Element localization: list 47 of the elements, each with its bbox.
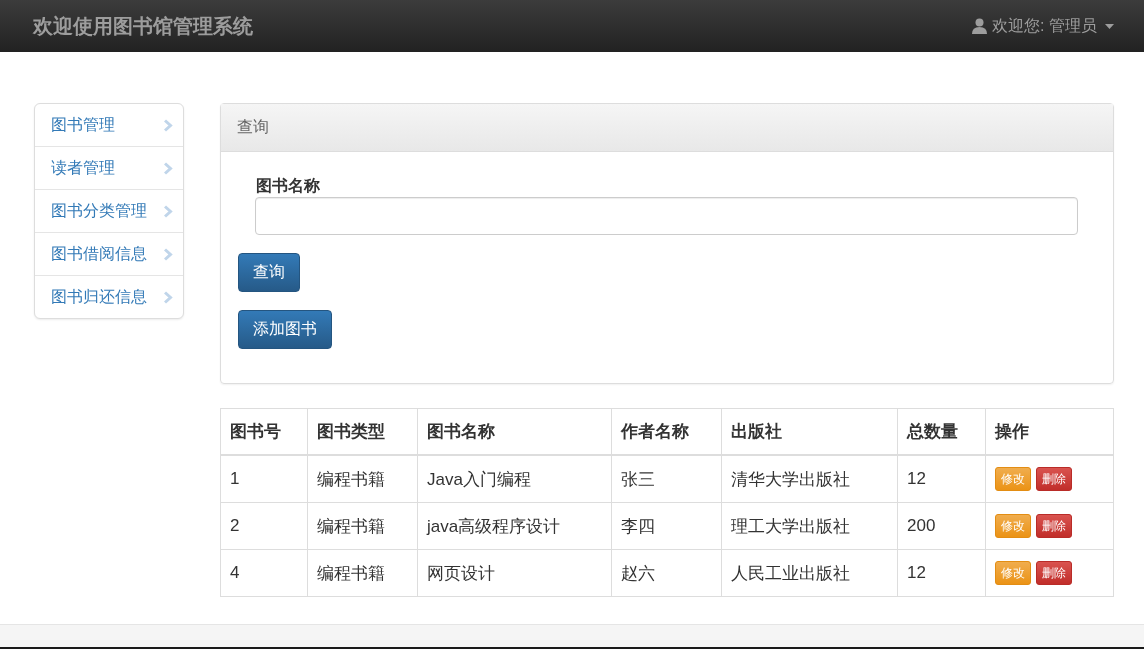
table-cell: 人民工业出版社 xyxy=(721,549,898,597)
column-header: 操作 xyxy=(985,408,1114,455)
table-cell: 200 xyxy=(897,502,986,550)
table-cell: 理工大学出版社 xyxy=(721,502,898,550)
table-cell: Java入门编程 xyxy=(417,455,612,503)
sidebar-item[interactable]: 图书借阅信息 xyxy=(35,232,183,275)
panel-heading: 查询 xyxy=(221,104,1113,152)
chevron-right-icon xyxy=(164,161,173,175)
chevron-right-icon xyxy=(164,247,173,261)
table-cell: 编程书籍 xyxy=(307,549,418,597)
table-cell: 1 xyxy=(220,455,308,503)
table-cell: java高级程序设计 xyxy=(417,502,612,550)
app-title: 欢迎使用图书馆管理系统 xyxy=(33,13,253,39)
column-header: 出版社 xyxy=(721,408,898,455)
sidebar-item[interactable]: 图书归还信息 xyxy=(35,275,183,318)
sidebar-item[interactable]: 图书管理 xyxy=(35,104,183,146)
column-header: 图书类型 xyxy=(307,408,418,455)
search-button[interactable]: 查询 xyxy=(238,253,300,292)
sidebar-item[interactable]: 读者管理 xyxy=(35,146,183,189)
sidebar-item[interactable]: 图书分类管理 xyxy=(35,189,183,232)
chevron-right-icon xyxy=(164,118,173,132)
table-cell: 张三 xyxy=(611,455,722,503)
table-cell: 2 xyxy=(220,502,308,550)
column-header: 总数量 xyxy=(897,408,986,455)
add-book-button[interactable]: 添加图书 xyxy=(238,310,332,349)
caret-icon[interactable] xyxy=(1105,23,1114,29)
delete-button[interactable]: 删除 xyxy=(1036,514,1072,538)
table-cell: 清华大学出版社 xyxy=(721,455,898,503)
column-header: 图书号 xyxy=(220,408,308,455)
table-cell: 12 xyxy=(897,549,986,597)
table-cell: 12 xyxy=(897,455,986,503)
user-menu[interactable]: 欢迎您: 管理员 xyxy=(992,15,1097,37)
table-cell: 编程书籍 xyxy=(307,502,418,550)
delete-button[interactable]: 删除 xyxy=(1036,561,1072,585)
chevron-right-icon xyxy=(164,290,173,304)
table-cell: 4 xyxy=(220,549,308,597)
table-cell: 网页设计 xyxy=(417,549,612,597)
table-cell: 李四 xyxy=(611,502,722,550)
table-cell: 编程书籍 xyxy=(307,455,418,503)
delete-button[interactable]: 删除 xyxy=(1036,467,1072,491)
chevron-right-icon xyxy=(164,204,173,218)
column-header: 图书名称 xyxy=(417,408,612,455)
book-name-field[interactable] xyxy=(255,197,1078,235)
field-label: 图书名称 xyxy=(256,176,320,196)
table-cell: 赵六 xyxy=(611,549,722,597)
user-icon xyxy=(972,18,988,34)
column-header: 作者名称 xyxy=(611,408,722,455)
